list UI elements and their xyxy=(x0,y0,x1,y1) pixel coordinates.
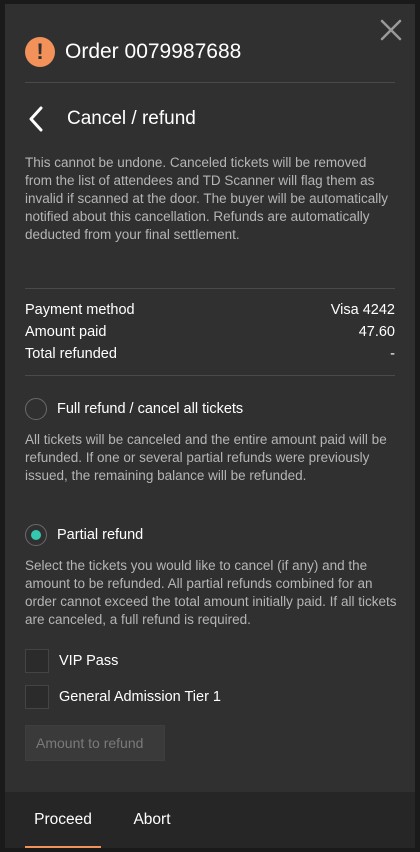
amount-to-refund-input[interactable] xyxy=(25,725,165,761)
warning-description: This cannot be undone. Canceled tickets … xyxy=(25,155,388,242)
divider xyxy=(25,375,395,376)
footer-tabs: Proceed Abort xyxy=(5,792,415,848)
ticket-label: VIP Pass xyxy=(59,653,119,669)
order-header: ! Order 0079987688 xyxy=(25,32,395,83)
amount-paid-value: 47.60 xyxy=(358,324,395,340)
amount-paid-row: Amount paid 47.60 xyxy=(25,324,395,340)
order-title: Order 0079987688 xyxy=(65,40,242,63)
total-refunded-value: - xyxy=(390,346,395,362)
amount-paid-label: Amount paid xyxy=(25,324,107,340)
partial-refund-option[interactable]: Partial refund xyxy=(25,524,143,546)
partial-refund-radio[interactable] xyxy=(25,524,47,546)
full-refund-radio[interactable] xyxy=(25,398,47,420)
alert-circle-icon: ! xyxy=(25,37,55,67)
ticket-option-general-admission[interactable]: General Admission Tier 1 xyxy=(25,685,221,709)
total-refunded-row: Total refunded - xyxy=(25,346,395,362)
abort-button[interactable]: Abort xyxy=(123,792,181,848)
ticket-option-vip[interactable]: VIP Pass xyxy=(25,649,118,673)
proceed-button[interactable]: Proceed xyxy=(25,792,101,848)
chevron-left-icon[interactable] xyxy=(25,104,47,134)
payment-method-value: Visa 4242 xyxy=(330,302,395,318)
ticket-label: General Admission Tier 1 xyxy=(59,689,221,705)
partial-refund-help: Select the tickets you would like to can… xyxy=(25,558,397,627)
total-refunded-label: Total refunded xyxy=(25,346,117,362)
section-title: Cancel / refund xyxy=(67,108,196,129)
payment-method-label: Payment method xyxy=(25,302,135,318)
divider xyxy=(25,288,395,289)
ticket-checkbox[interactable] xyxy=(25,685,49,709)
order-panel: ! Order 0079987688 Cancel / refund This … xyxy=(5,4,415,848)
partial-refund-label: Partial refund xyxy=(57,527,144,543)
subheader: Cancel / refund xyxy=(25,102,196,136)
full-refund-option[interactable]: Full refund / cancel all tickets xyxy=(25,398,243,420)
ticket-checkbox[interactable] xyxy=(25,649,49,673)
payment-method-row: Payment method Visa 4242 xyxy=(25,302,395,318)
full-refund-label: Full refund / cancel all tickets xyxy=(57,401,244,417)
full-refund-help: All tickets will be canceled and the ent… xyxy=(25,432,387,483)
